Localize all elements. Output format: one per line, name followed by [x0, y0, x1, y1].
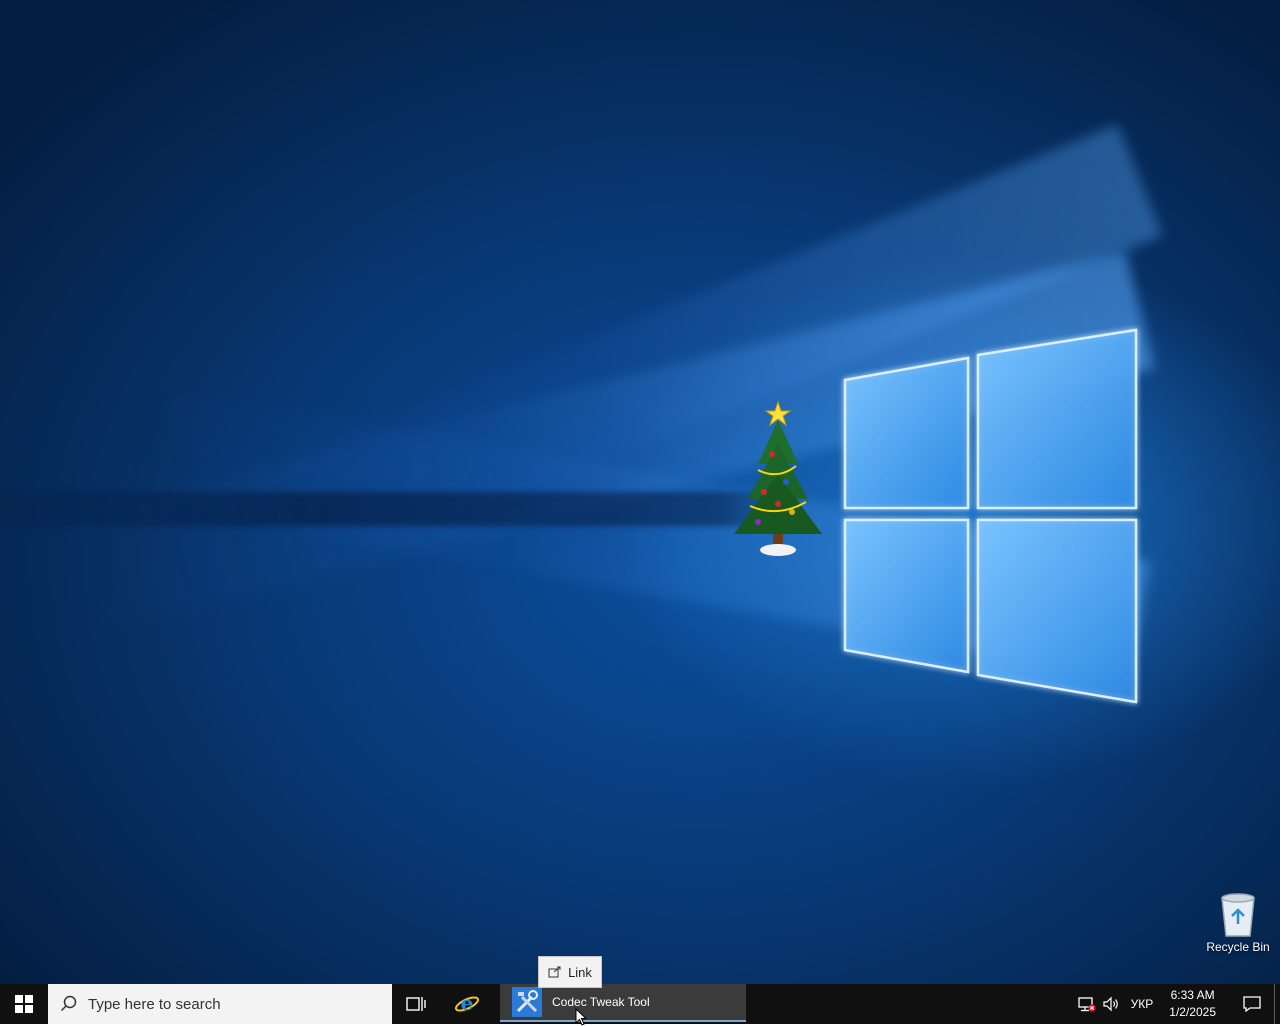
start-button[interactable]: [0, 984, 48, 1024]
search-input[interactable]: Type here to search: [48, 984, 392, 1024]
link-icon: [548, 966, 561, 978]
input-language-indicator[interactable]: УКР: [1131, 997, 1154, 1011]
tooltip-label: Link: [568, 964, 592, 980]
svg-text:e: e: [461, 991, 474, 1015]
internet-explorer-icon: e: [454, 991, 480, 1015]
system-tray: УКР 6:33 AM 1/2/2025: [1075, 984, 1280, 1024]
clock-date: 1/2/2025: [1169, 1005, 1216, 1019]
action-center-button[interactable]: [1230, 984, 1274, 1024]
recycle-bin-icon: [1221, 893, 1255, 937]
codec-tweak-tool-taskbar-button[interactable]: Codec Tweak Tool: [500, 984, 746, 1022]
mouse-cursor-icon: [575, 1008, 587, 1026]
clock[interactable]: 6:33 AM 1/2/2025: [1169, 987, 1216, 1021]
codec-tweak-tool-label: Codec Tweak Tool: [552, 995, 650, 1009]
taskbar: Type here to search e Codec Tweak Tool У…: [0, 984, 1280, 1024]
windows-logo-icon: [15, 995, 33, 1013]
recycle-bin-desktop-icon[interactable]: Recycle Bin: [1196, 886, 1280, 962]
action-center-icon: [1243, 996, 1261, 1012]
codec-tweak-tool-icon: [512, 987, 542, 1017]
christmas-tree-icon[interactable]: [728, 394, 828, 564]
task-view-icon: [406, 997, 426, 1011]
show-desktop-button[interactable]: [1274, 984, 1280, 1024]
task-view-button[interactable]: [396, 984, 436, 1024]
network-disconnected-icon[interactable]: [1075, 984, 1099, 1024]
wallpaper-windows-logo: [843, 328, 1138, 704]
search-icon: [60, 995, 77, 1012]
search-placeholder: Type here to search: [88, 995, 221, 1013]
volume-icon[interactable]: [1099, 984, 1123, 1024]
taskbar-tooltip: Link: [538, 956, 602, 988]
desktop[interactable]: Recycle Bin: [0, 0, 1280, 984]
recycle-bin-label: Recycle Bin: [1206, 940, 1270, 954]
internet-explorer-button[interactable]: e: [446, 984, 488, 1024]
clock-time: 6:33 AM: [1170, 988, 1215, 1002]
